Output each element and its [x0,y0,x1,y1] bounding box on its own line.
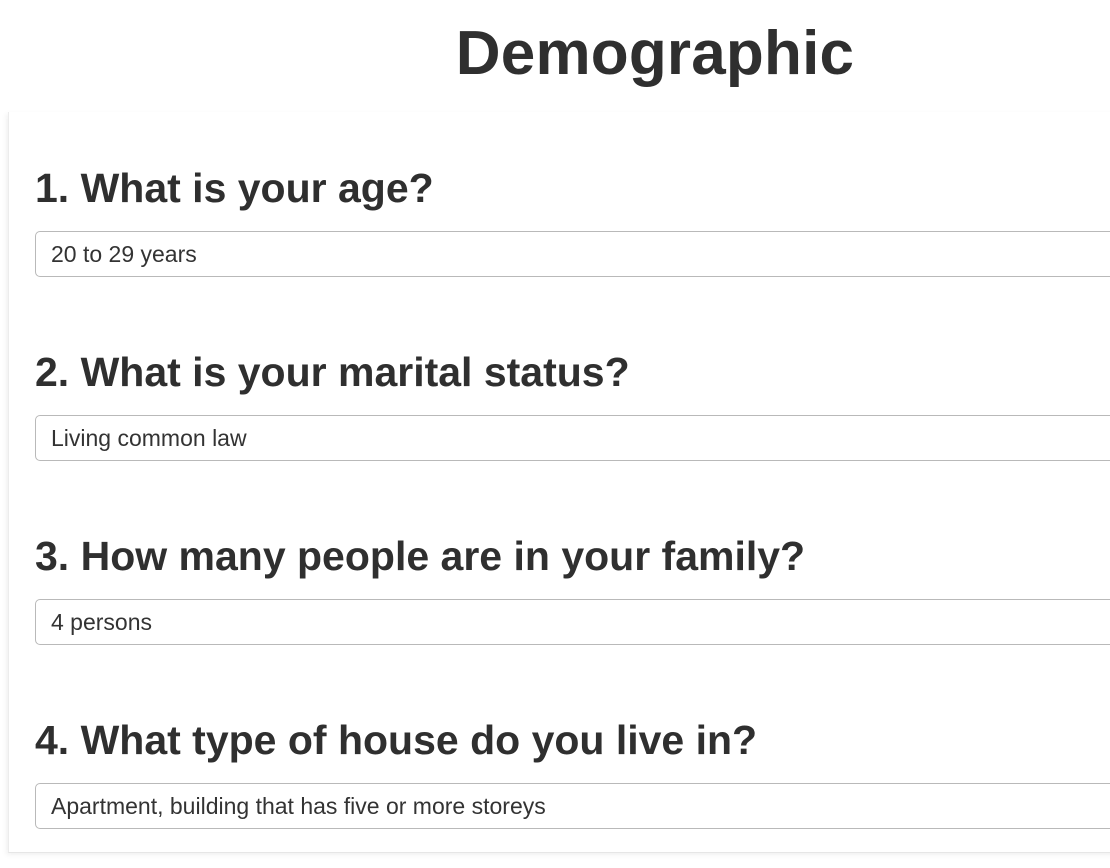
page-title: Demographic [455,19,855,88]
question-house-type: 4. What type of house do you live in? Ap… [35,710,1110,829]
marital-status-select[interactable]: Living common law [35,415,1110,461]
survey-form-panel: 1. What is your age? 20 to 29 years 2. W… [8,112,1110,853]
question-label: 4. What type of house do you live in? [35,717,758,763]
question-marital-status: 2. What is your marital status? Living c… [35,342,1110,461]
question-age: 1. What is your age? 20 to 29 years [35,158,1110,277]
age-select[interactable]: 20 to 29 years [35,231,1110,277]
question-family-size: 3. How many people are in your family? 4… [35,526,1110,645]
question-label: 1. What is your age? [35,165,434,211]
question-label: 3. How many people are in your family? [35,533,806,579]
question-label: 2. What is your marital status? [35,349,630,395]
house-type-select[interactable]: Apartment, building that has five or mor… [35,783,1110,829]
family-size-select[interactable]: 4 persons [35,599,1110,645]
